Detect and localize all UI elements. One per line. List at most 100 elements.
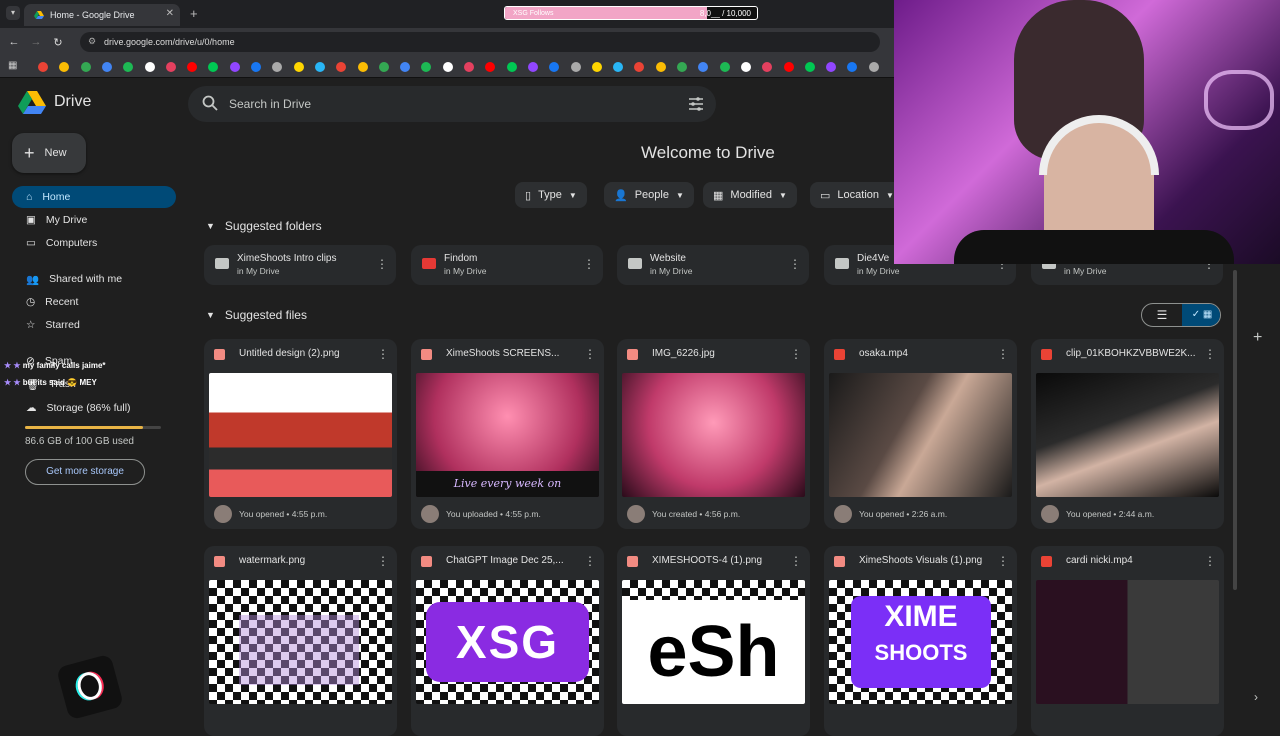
file-thumbnail[interactable] <box>1036 373 1219 497</box>
file-thumbnail[interactable] <box>622 373 805 497</box>
file-thumbnail[interactable] <box>1036 580 1219 704</box>
folder-card[interactable]: Website in My Drive ⋮ <box>617 245 809 285</box>
sidebar-item-my-drive[interactable]: ▣ My Drive <box>12 209 176 231</box>
bookmark-icon[interactable] <box>208 62 219 72</box>
file-card[interactable]: watermark.png ⋮ <box>204 546 397 736</box>
bookmark-icon[interactable] <box>101 62 112 72</box>
bookmark-icon[interactable] <box>165 62 176 72</box>
file-thumbnail[interactable] <box>829 373 1012 497</box>
bookmark-icon[interactable] <box>634 62 645 72</box>
bookmark-icon[interactable] <box>804 62 815 72</box>
bookmark-icon[interactable] <box>527 62 538 72</box>
forward-icon[interactable]: → <box>28 36 44 48</box>
bookmark-icon[interactable] <box>719 62 730 72</box>
reload-icon[interactable]: ↻ <box>50 36 66 49</box>
file-thumbnail[interactable]: eSh <box>622 580 805 704</box>
bookmark-icon[interactable] <box>272 62 283 72</box>
bookmark-icon[interactable] <box>357 62 368 72</box>
bookmark-icon[interactable] <box>59 62 70 72</box>
file-card[interactable]: XimeShoots SCREENS... ⋮ Live every week on… <box>411 339 604 529</box>
bookmark-icon[interactable] <box>187 62 198 72</box>
apps-grid-icon[interactable]: ▦ <box>8 60 17 71</box>
bookmark-icon[interactable] <box>868 62 879 72</box>
more-options-icon[interactable]: ⋮ <box>789 257 801 271</box>
file-thumbnail[interactable] <box>209 580 392 704</box>
bookmark-icon[interactable] <box>570 62 581 72</box>
file-card[interactable]: cardi nicki.mp4 ⋮ <box>1031 546 1224 736</box>
bookmark-icon[interactable] <box>485 62 496 72</box>
new-tab-icon[interactable]: + <box>190 6 198 21</box>
more-options-icon[interactable]: ⋮ <box>1204 347 1216 361</box>
file-thumbnail[interactable] <box>209 373 392 497</box>
list-view-icon[interactable]: ☰ <box>1142 304 1182 326</box>
bookmark-icon[interactable] <box>826 62 837 72</box>
search-options-icon[interactable] <box>688 96 704 112</box>
sidebar-item-storage[interactable]: ☁ Storage (86% full) <box>12 397 176 419</box>
bookmark-icon[interactable] <box>762 62 773 72</box>
more-options-icon[interactable]: ⋮ <box>997 554 1009 568</box>
folder-card[interactable]: XimeShoots Intro clips in My Drive ⋮ <box>204 245 396 285</box>
bookmark-icon[interactable] <box>421 62 432 72</box>
sidebar-item-shared[interactable]: 👥 Shared with me <box>12 268 176 290</box>
bookmark-icon[interactable] <box>378 62 389 72</box>
filter-type[interactable]: ▯ Type ▼ <box>515 182 587 208</box>
folder-card[interactable]: Findom in My Drive ⋮ <box>411 245 603 285</box>
search-icon[interactable] <box>202 95 218 111</box>
more-options-icon[interactable]: ⋮ <box>584 554 596 568</box>
filter-modified[interactable]: ▦ Modified ▼ <box>703 182 797 208</box>
file-thumbnail[interactable]: Live every week on <box>416 373 599 497</box>
back-icon[interactable]: ← <box>6 36 22 48</box>
bookmark-icon[interactable] <box>144 62 155 72</box>
bookmark-icon[interactable] <box>847 62 858 72</box>
bookmark-icon[interactable] <box>740 62 751 72</box>
bookmark-icon[interactable] <box>549 62 560 72</box>
address-bar[interactable]: ⚙ drive.google.com/drive/u/0/home <box>80 32 880 52</box>
file-card[interactable]: Untitled design (2).png ⋮ You opened • 4:5… <box>204 339 397 529</box>
browser-tab[interactable]: Home - Google Drive ✕ <box>24 4 180 26</box>
bookmark-icon[interactable] <box>251 62 261 72</box>
bookmark-icon[interactable] <box>336 62 347 72</box>
bookmark-icon[interactable] <box>783 62 794 72</box>
bookmark-icon[interactable] <box>506 62 517 72</box>
more-options-icon[interactable]: ⋮ <box>377 554 389 568</box>
tab-search-button[interactable]: ▾ <box>6 6 20 20</box>
bookmark-icon[interactable] <box>677 62 687 72</box>
filter-location[interactable]: ▭ Location ▼ <box>810 182 904 208</box>
bookmark-icon[interactable] <box>591 62 602 72</box>
file-card[interactable]: XIMESHOOTS-4 (1).png ⋮ eSh <box>617 546 810 736</box>
bookmark-icon[interactable] <box>464 62 474 72</box>
add-panel-icon[interactable]: + <box>1253 329 1262 347</box>
bookmark-icon[interactable] <box>613 62 624 72</box>
file-thumbnail[interactable]: XSG <box>416 580 599 704</box>
suggested-folders-header[interactable]: ▼ Suggested folders <box>206 219 322 233</box>
expand-panel-icon[interactable]: › <box>1254 690 1258 704</box>
file-card[interactable]: clip_01KBOHKZVBBWE2K... ⋮ You opened • 2:4… <box>1031 339 1224 529</box>
more-options-icon[interactable]: ⋮ <box>377 347 389 361</box>
new-button[interactable]: + New <box>12 133 86 173</box>
bookmark-icon[interactable] <box>314 62 325 72</box>
bookmark-icon[interactable] <box>123 62 134 72</box>
sidebar-item-home[interactable]: ⌂ Home <box>12 186 176 208</box>
sidebar-item-recent[interactable]: ◷ Recent <box>12 291 176 313</box>
grid-view-icon[interactable]: ✓ ▦ <box>1182 304 1220 326</box>
more-options-icon[interactable]: ⋮ <box>997 347 1009 361</box>
sidebar-item-computers[interactable]: ▭ Computers <box>12 232 176 254</box>
bookmark-icon[interactable] <box>293 62 304 72</box>
bookmark-icon[interactable] <box>400 62 411 72</box>
suggested-files-header[interactable]: ▼ Suggested files <box>206 308 307 322</box>
bookmark-icon[interactable] <box>229 62 240 72</box>
bookmark-icon[interactable] <box>655 62 666 72</box>
bookmark-icon[interactable] <box>442 62 453 72</box>
bookmark-icon[interactable] <box>80 62 91 72</box>
more-options-icon[interactable]: ⋮ <box>790 347 802 361</box>
filter-people[interactable]: 👤 People ▼ <box>604 182 694 208</box>
close-tab-icon[interactable]: ✕ <box>166 8 174 19</box>
more-options-icon[interactable]: ⋮ <box>1204 554 1216 568</box>
more-options-icon[interactable]: ⋮ <box>376 257 388 271</box>
drive-logo[interactable]: Drive <box>18 90 91 114</box>
file-card[interactable]: ChatGPT Image Dec 25,... ⋮ XSG <box>411 546 604 736</box>
scrollbar[interactable] <box>1233 270 1237 590</box>
sidebar-item-starred[interactable]: ☆ Starred <box>12 314 176 336</box>
view-toggle[interactable]: ☰ ✓ ▦ <box>1141 303 1221 327</box>
more-options-icon[interactable]: ⋮ <box>583 257 595 271</box>
